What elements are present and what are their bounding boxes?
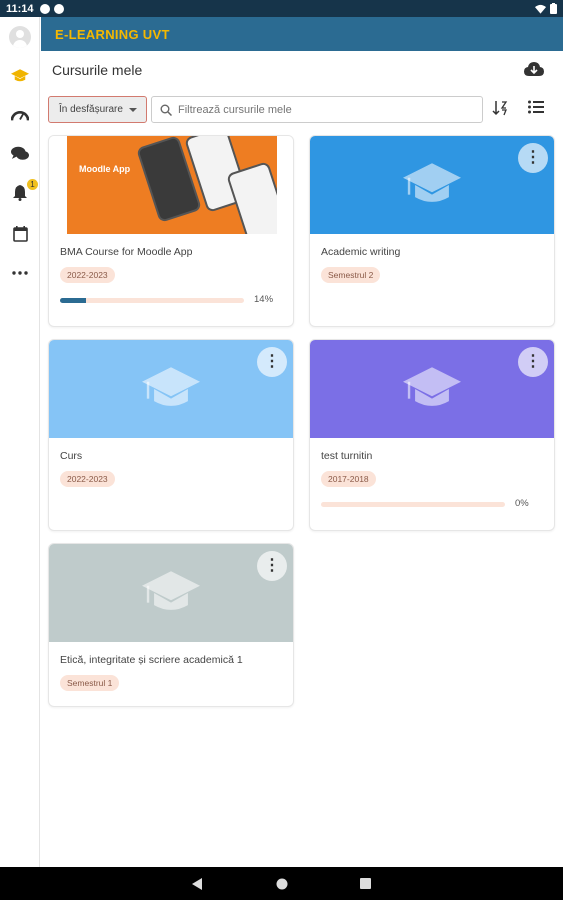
course-progress-bar: [60, 298, 244, 303]
status-filter-value: În desfășurare: [59, 104, 123, 115]
course-progress-label: 0%: [515, 498, 529, 509]
course-card[interactable]: ⋮ Etică, integritate și scriere academic…: [48, 543, 294, 707]
system-navigation-bar: [0, 867, 563, 900]
list-view-icon: [528, 100, 544, 114]
search-input[interactable]: [178, 103, 468, 116]
course-category-tag: 2022-2023: [60, 267, 115, 283]
course-title[interactable]: Curs: [60, 450, 82, 462]
nav-more[interactable]: [0, 258, 40, 288]
course-title[interactable]: Etică, integritate și scriere academică …: [60, 654, 243, 666]
home-icon[interactable]: [276, 878, 288, 890]
page-title: Cursurile mele: [52, 62, 143, 78]
course-category-tag: 2022-2023: [60, 471, 115, 487]
course-title[interactable]: Academic writing: [321, 246, 400, 258]
nav-dashboard[interactable]: [0, 100, 40, 130]
course-options-button[interactable]: ⋮: [518, 347, 548, 377]
more-vertical-icon: ⋮: [525, 353, 541, 370]
notification-app-icon: [39, 3, 50, 14]
graduation-cap-icon: [403, 367, 461, 406]
status-filter-select[interactable]: În desfășurare: [48, 96, 147, 123]
course-options-button[interactable]: ⋮: [257, 347, 287, 377]
course-card[interactable]: Moodle App BMA Course for Moodle App 202…: [48, 135, 294, 327]
battery-icon: [550, 3, 557, 14]
search-icon: [160, 104, 172, 116]
search-field[interactable]: [151, 96, 483, 123]
side-navigation: 1: [0, 17, 40, 867]
promo-app-name: Moodle App: [79, 164, 131, 174]
course-options-button[interactable]: ⋮: [257, 551, 287, 581]
notification-count-badge: 1: [27, 179, 38, 190]
download-courses-button[interactable]: [524, 62, 544, 80]
nav-my-courses[interactable]: [0, 61, 40, 91]
course-options-button[interactable]: ⋮: [518, 143, 548, 173]
progress-fill: [60, 298, 86, 303]
course-progress-label: 14%: [254, 294, 274, 305]
user-avatar-button[interactable]: [0, 22, 40, 52]
sort-icon: [492, 101, 508, 116]
notification-app-icon: [53, 3, 64, 14]
course-category-tag: 2017-2018: [321, 471, 376, 487]
course-category-tag: Semestrul 2: [321, 267, 381, 283]
app-header: E-LEARNING UVT: [41, 17, 563, 51]
more-horizontal-icon: [12, 271, 28, 275]
caret-down-icon: [128, 107, 137, 112]
sort-button[interactable]: [492, 100, 512, 120]
course-title[interactable]: BMA Course for Moodle App: [60, 246, 193, 258]
more-vertical-icon: ⋮: [525, 149, 541, 166]
course-progress-bar: [321, 502, 505, 507]
course-card[interactable]: ⋮ Curs 2022-2023: [48, 339, 294, 531]
course-image: [49, 544, 293, 642]
status-bar: 11:14: [0, 0, 563, 17]
back-icon[interactable]: [192, 877, 204, 890]
moodle-app-promo-image: Moodle App: [67, 136, 277, 234]
course-image: [49, 340, 293, 438]
course-image: Moodle App: [49, 136, 293, 234]
bell-icon: [13, 185, 27, 201]
more-vertical-icon: ⋮: [264, 353, 280, 370]
graduation-cap-icon: [11, 69, 29, 82]
nav-notifications[interactable]: 1: [0, 178, 40, 208]
course-image: [310, 136, 554, 234]
phone-mockup: [226, 161, 277, 234]
calendar-icon: [12, 226, 28, 242]
dashboard-gauge-icon: [11, 111, 29, 121]
graduation-cap-icon: [142, 367, 200, 406]
wifi-icon: [535, 4, 546, 14]
view-mode-list-button[interactable]: [528, 100, 548, 120]
cloud-download-icon: [524, 62, 544, 76]
nav-messages[interactable]: [0, 138, 40, 168]
course-card[interactable]: ⋮ test turnitin 2017-2018 0%: [309, 339, 555, 531]
more-vertical-icon: ⋮: [264, 557, 280, 574]
recents-icon[interactable]: [360, 878, 371, 889]
course-card[interactable]: ⋮ Academic writing Semestrul 2: [309, 135, 555, 327]
nav-calendar[interactable]: [0, 219, 40, 249]
status-time: 11:14: [6, 2, 34, 15]
course-title[interactable]: test turnitin: [321, 450, 372, 462]
chat-bubbles-icon: [11, 146, 29, 160]
avatar: [9, 26, 31, 48]
course-category-tag: Semestrul 1: [60, 675, 120, 691]
graduation-cap-icon: [142, 571, 200, 610]
graduation-cap-icon: [403, 163, 461, 202]
app-title: E-LEARNING UVT: [55, 26, 170, 42]
course-image: [310, 340, 554, 438]
